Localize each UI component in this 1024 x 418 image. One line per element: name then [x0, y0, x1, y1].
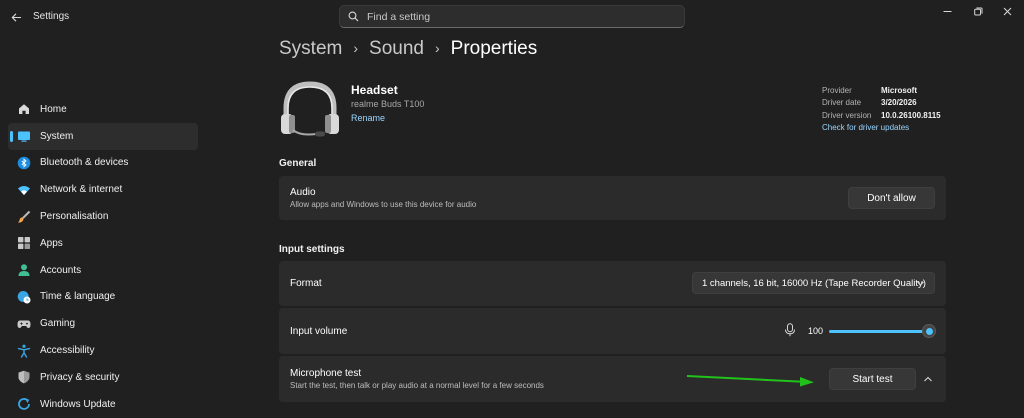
- app-title: Settings: [33, 11, 70, 22]
- start-test-button[interactable]: Start test: [829, 368, 916, 390]
- audio-card: Audio Allow apps and Windows to use this…: [279, 176, 946, 220]
- accessibility-icon: [17, 344, 31, 358]
- sidebar-item-label: Personalisation: [40, 211, 109, 223]
- sidebar-item-windows-update[interactable]: Windows Update: [8, 391, 198, 418]
- chevron-right-icon: ›: [434, 40, 440, 56]
- driver-info: Provider Microsoft Driver date 3/20/2026…: [822, 84, 941, 132]
- sidebar-item-home[interactable]: Home: [8, 96, 198, 123]
- sidebar-item-label: Accounts: [40, 264, 82, 276]
- microphone-test-description: Start the test, then talk or play audio …: [290, 381, 544, 390]
- sidebar-nav: Home System Bluetooth & devices Network …: [8, 96, 198, 418]
- sidebar-item-privacy[interactable]: Privacy & security: [8, 364, 198, 391]
- search-box[interactable]: [339, 5, 685, 28]
- audio-title: Audio: [290, 187, 316, 198]
- format-dropdown[interactable]: 1 channels, 16 bit, 16000 Hz (Tape Recor…: [692, 272, 935, 294]
- back-button[interactable]: [4, 6, 28, 28]
- paintbrush-icon: [17, 210, 31, 224]
- sidebar-item-personalisation[interactable]: Personalisation: [8, 203, 198, 230]
- breadcrumb-sound[interactable]: Sound: [369, 38, 424, 60]
- driver-date-value: 3/20/2026: [881, 98, 917, 108]
- close-button[interactable]: [990, 2, 1024, 20]
- sidebar-item-bluetooth[interactable]: Bluetooth & devices: [8, 150, 198, 177]
- breadcrumb: System › Sound › Properties: [279, 38, 537, 60]
- sidebar-item-label: Accessibility: [40, 345, 95, 357]
- format-selected-value: 1 channels, 16 bit, 16000 Hz (Tape Recor…: [702, 277, 926, 289]
- slider-thumb[interactable]: [922, 324, 936, 338]
- device-model: realme Buds T100: [351, 99, 425, 109]
- annotation-arrow-icon: [686, 375, 814, 387]
- dont-allow-button[interactable]: Don't allow: [848, 187, 935, 209]
- microphone-test-title: Microphone test: [290, 368, 362, 379]
- search-input[interactable]: [367, 10, 667, 23]
- title-bar: Settings: [0, 0, 1024, 34]
- sidebar-item-label: Bluetooth & devices: [40, 157, 129, 169]
- sidebar-item-accessibility[interactable]: Accessibility: [8, 337, 198, 364]
- driver-provider-value: Microsoft: [881, 85, 917, 95]
- sidebar-item-label: Home: [40, 103, 67, 115]
- restore-icon: [973, 7, 982, 16]
- update-icon: [17, 397, 31, 411]
- headset-icon: [281, 81, 339, 137]
- input-volume-value: 100: [808, 326, 824, 336]
- sidebar-item-apps[interactable]: Apps: [8, 230, 198, 257]
- sidebar-item-label: Network & internet: [40, 184, 123, 196]
- minimize-button[interactable]: [930, 2, 964, 20]
- system-display-icon: [17, 129, 31, 143]
- shield-icon: [17, 370, 31, 384]
- back-arrow-icon: [11, 12, 21, 22]
- sidebar-item-time-language[interactable]: Time & language: [8, 284, 198, 311]
- driver-provider-label: Provider: [822, 85, 852, 95]
- person-icon: [17, 263, 31, 277]
- bluetooth-icon: [17, 156, 31, 170]
- driver-version-label: Driver version: [822, 110, 872, 120]
- microphone-test-text: Microphone test Start the test, then tal…: [290, 368, 544, 390]
- gamepad-icon: [17, 317, 31, 331]
- breadcrumb-current: Properties: [450, 38, 538, 59]
- globe-clock-icon: [17, 290, 31, 304]
- input-settings-heading: Input settings: [279, 244, 345, 255]
- device-name: Headset: [351, 83, 398, 97]
- microphone-icon[interactable]: [784, 323, 796, 337]
- sidebar-item-label: Privacy & security: [40, 371, 120, 383]
- chevron-up-icon[interactable]: [923, 375, 933, 383]
- check-driver-updates-link[interactable]: Check for driver updates: [822, 123, 941, 132]
- apps-icon: [17, 236, 31, 250]
- rename-link[interactable]: Rename: [351, 113, 385, 123]
- sidebar-item-system[interactable]: System: [8, 122, 198, 150]
- format-label: Format: [290, 278, 322, 289]
- microphone-test-card: Microphone test Start the test, then tal…: [279, 356, 946, 402]
- audio-description: Allow apps and Windows to use this devic…: [290, 200, 477, 209]
- close-icon: [1003, 7, 1011, 15]
- driver-date-label: Driver date: [822, 98, 862, 108]
- search-icon: [348, 11, 359, 22]
- home-icon: [17, 102, 31, 116]
- sidebar-item-label: System: [40, 130, 74, 142]
- breadcrumb-system[interactable]: System: [279, 38, 342, 60]
- sidebar-item-accounts[interactable]: Accounts: [8, 257, 198, 284]
- sidebar-item-network[interactable]: Network & internet: [8, 176, 198, 203]
- sidebar-item-label: Gaming: [40, 318, 76, 330]
- chevron-down-icon: [917, 281, 924, 286]
- sidebar-item-gaming[interactable]: Gaming: [8, 310, 198, 337]
- general-heading: General: [279, 158, 317, 169]
- wifi-icon: [17, 183, 31, 197]
- sidebar-item-label: Time & language: [40, 291, 116, 303]
- driver-version-value: 10.0.26100.8115: [881, 110, 941, 120]
- audio-card-text: Audio Allow apps and Windows to use this…: [290, 187, 476, 209]
- slider-track[interactable]: [829, 330, 929, 333]
- chevron-right-icon: ›: [353, 40, 359, 56]
- input-volume-label: Input volume: [290, 325, 348, 337]
- sidebar-item-label: Apps: [40, 237, 63, 249]
- input-volume-card: Input volume 100: [279, 308, 946, 354]
- sidebar-item-label: Windows Update: [40, 398, 116, 410]
- minimize-icon: [943, 10, 951, 12]
